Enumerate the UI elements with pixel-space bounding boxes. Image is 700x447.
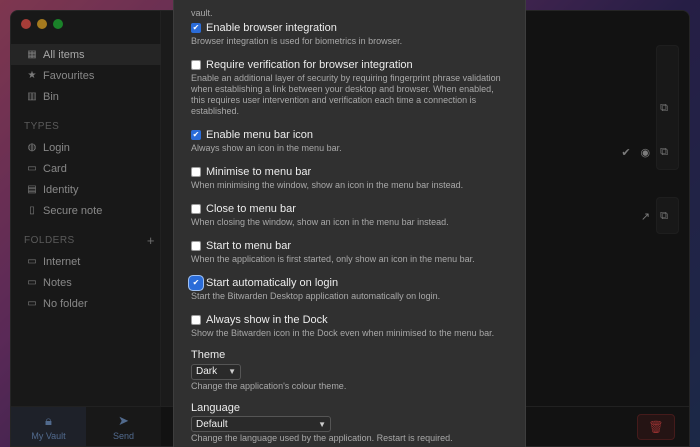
setting-option: ✔ Enable menu bar icon Always show an icon… <box>191 127 508 154</box>
theme-select-value: Dark <box>196 366 218 377</box>
setting-option-label: Minimise to menu bar <box>206 165 312 178</box>
language-select-value: Default <box>196 418 228 430</box>
setting-option-label-row[interactable]: ✔ Enable browser integration <box>191 20 508 35</box>
setting-checkbox[interactable] <box>191 59 201 70</box>
language-setting: Language Default ▼ Change the language u… <box>191 402 508 445</box>
chevron-down-icon: ▼ <box>318 419 326 429</box>
theme-label: Theme <box>191 349 226 361</box>
setting-checkbox[interactable] <box>191 240 201 251</box>
setting-option-label-row[interactable]: ✔ Enable menu bar icon <box>191 127 508 142</box>
setting-checkbox[interactable]: ✔ <box>191 129 201 140</box>
setting-checkbox[interactable] <box>191 203 201 214</box>
setting-option-label: Require verification for browser integra… <box>206 58 413 71</box>
language-description: Change the language used by the applicat… <box>191 433 453 443</box>
setting-option: ✔ Enable browser integration Browser integ… <box>191 20 508 47</box>
setting-option: Start to menu bar When the application is… <box>191 238 508 265</box>
setting-option: ✔ Start automatically on login Start the B… <box>191 275 508 302</box>
setting-option-label: Enable browser integration <box>206 21 337 34</box>
theme-setting: Theme Dark ▼ Change the application's co… <box>191 349 508 392</box>
setting-option: Close to menu bar When closing the window… <box>191 201 508 228</box>
setting-checkbox[interactable] <box>191 166 201 177</box>
setting-option-label-row[interactable]: ✔ Start automatically on login <box>191 275 508 290</box>
clipped-description: vault. <box>191 8 213 18</box>
setting-option-description: Show the Bitwarden icon in the Dock even… <box>191 328 495 338</box>
theme-select[interactable]: Dark ▼ <box>191 363 241 380</box>
setting-option-label: Start automatically on login <box>206 276 339 289</box>
setting-checkbox[interactable]: ✔ <box>191 22 201 33</box>
setting-option: Require verification for browser integra… <box>191 57 508 117</box>
setting-option-label: Always show in the Dock <box>206 313 328 326</box>
setting-option-label-row[interactable]: Require verification for browser integra… <box>191 57 508 72</box>
chevron-down-icon: ▼ <box>228 367 236 376</box>
setting-option-label: Close to menu bar <box>206 202 296 215</box>
setting-option-label-row[interactable]: Close to menu bar <box>191 201 508 216</box>
setting-option-description: When closing the window, show an icon in… <box>191 217 449 227</box>
setting-option-description: Always show an icon in the menu bar. <box>191 143 342 153</box>
language-select[interactable]: Default ▼ <box>191 416 331 432</box>
setting-option-label: Start to menu bar <box>206 239 291 252</box>
theme-description: Change the application's colour theme. <box>191 380 347 391</box>
setting-option-label-row[interactable]: Minimise to menu bar <box>191 164 508 179</box>
setting-checkbox[interactable] <box>191 314 201 325</box>
language-label: Language <box>191 401 240 414</box>
setting-option-description: When the application is first started, o… <box>191 254 475 264</box>
setting-option-description: Browser integration is used for biometri… <box>191 36 403 46</box>
setting-option-description: Enable an additional layer of security b… <box>191 73 501 116</box>
setting-option: Always show in the Dock Show the Bitwarde… <box>191 312 508 339</box>
settings-modal: vault. ✔ Enable browser integration Browse… <box>173 0 526 447</box>
setting-option-description: When minimising the window, show an icon… <box>191 180 464 190</box>
setting-option-label-row[interactable]: Always show in the Dock <box>191 312 508 327</box>
setting-option: Minimise to menu bar When minimising the … <box>191 164 508 191</box>
settings-options: ✔ Enable browser integration Browser integ… <box>191 20 508 339</box>
setting-option-label-row[interactable]: Start to menu bar <box>191 238 508 253</box>
setting-checkbox[interactable]: ✔ <box>191 277 201 288</box>
setting-option-description: Start the Bitwarden Desktop application … <box>191 291 441 301</box>
setting-option-label: Enable menu bar icon <box>206 128 314 141</box>
